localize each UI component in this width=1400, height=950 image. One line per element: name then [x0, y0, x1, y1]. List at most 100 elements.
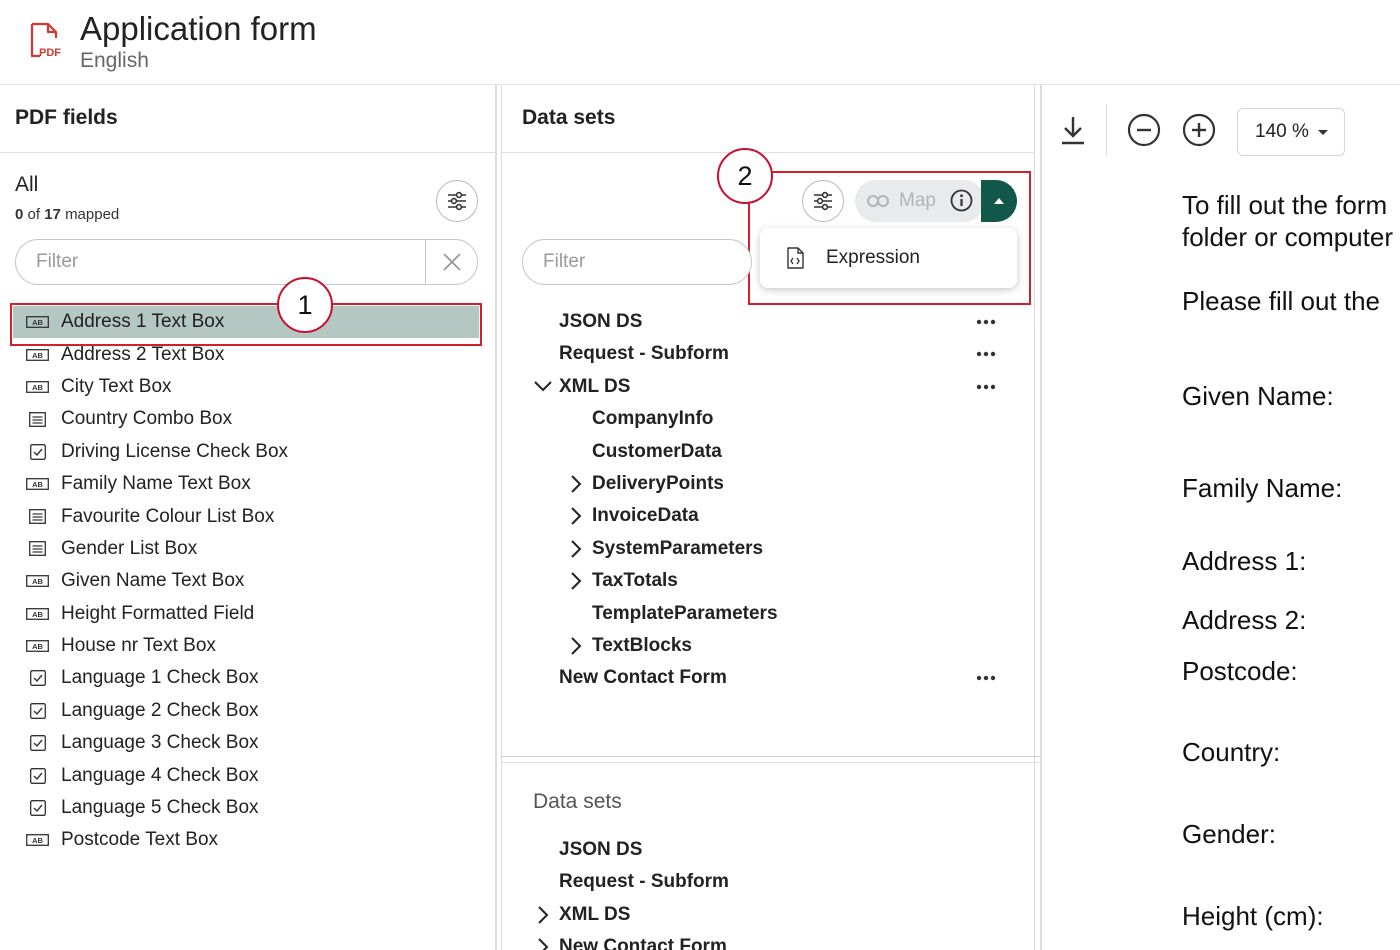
column-divider-left[interactable] — [495, 85, 497, 950]
pdf-field-item[interactable]: Driving License Check Box — [13, 436, 479, 468]
chevron-right-icon[interactable] — [533, 905, 553, 925]
check-box-icon — [26, 735, 49, 752]
filter-input[interactable] — [36, 250, 416, 274]
pdf-file-icon: PDF — [30, 22, 61, 59]
chevron-right-icon[interactable] — [566, 506, 586, 526]
data-sets-title: Data sets — [522, 106, 616, 129]
pdf-preview-text: Given Name: — [1182, 381, 1334, 411]
column-divider-right[interactable] — [1040, 85, 1042, 950]
check-box-icon — [26, 767, 49, 784]
dataset-tree-item[interactable]: Request - Subform — [559, 867, 729, 897]
dataset-settings-button[interactable] — [802, 180, 844, 222]
dataset-tree-item[interactable]: Request - Subform — [559, 339, 729, 369]
map-button-label: Map — [899, 190, 936, 211]
sliders-icon — [448, 191, 466, 211]
svg-text:AB: AB — [32, 642, 43, 651]
check-box-icon — [26, 800, 49, 816]
info-icon[interactable] — [950, 189, 973, 212]
dataset-tree-item[interactable]: JSON DS — [559, 835, 642, 865]
zoom-in-button[interactable] — [1182, 113, 1216, 147]
more-options-icon[interactable] — [974, 377, 998, 397]
pdf-field-label: Family Name Text Box — [61, 473, 251, 495]
pdf-field-item[interactable]: AB Postcode Text Box — [13, 824, 479, 856]
pdf-field-item[interactable]: AB Address 1 Text Box — [13, 306, 479, 339]
page-title: Application form — [80, 10, 317, 47]
link-icon — [867, 195, 889, 207]
zoom-level-select[interactable]: 140 % — [1237, 108, 1345, 156]
callout-badge-1: 1 — [277, 277, 333, 333]
pdf-field-label: City Text Box — [61, 375, 172, 397]
group-label: All — [15, 173, 39, 196]
text-box-icon: AB — [26, 574, 49, 588]
pdf-field-item[interactable]: AB City Text Box — [13, 371, 479, 403]
dataset-tree-item[interactable]: New Contact Form — [559, 932, 727, 950]
list-box-icon — [26, 541, 49, 557]
dataset-tree-item[interactable]: DeliveryPoints — [592, 469, 724, 499]
pdf-field-label: Language 4 Check Box — [61, 764, 259, 786]
dataset-tree-item[interactable]: TextBlocks — [592, 631, 692, 661]
dataset-tree-item[interactable]: InvoiceData — [592, 501, 699, 531]
filter-input[interactable] — [543, 250, 733, 274]
pdf-field-item[interactable]: Gender List Box — [13, 533, 479, 565]
dataset-tree-item[interactable]: XML DS — [559, 900, 630, 930]
chevron-right-icon[interactable] — [566, 636, 586, 656]
mapped-count: 0 of 17 mapped — [15, 206, 120, 223]
svg-text:AB: AB — [32, 610, 43, 619]
pdf-field-label: Language 1 Check Box — [61, 667, 259, 689]
svg-text:AB: AB — [32, 480, 43, 489]
pdf-field-item[interactable]: Language 5 Check Box — [13, 792, 479, 824]
pdf-field-item[interactable]: Language 1 Check Box — [13, 662, 479, 694]
pdf-field-item[interactable]: Language 4 Check Box — [13, 759, 479, 791]
pdf-field-item[interactable]: Country Combo Box — [13, 403, 479, 435]
pdf-preview-text: Family Name: — [1182, 473, 1343, 503]
chevron-right-icon[interactable] — [533, 937, 553, 950]
map-options-dropdown-toggle[interactable] — [981, 180, 1017, 222]
pdf-field-item[interactable]: AB Family Name Text Box — [13, 468, 479, 500]
pdf-preview-text: Please fill out the — [1182, 286, 1381, 316]
pdf-field-label: Height Formatted Field — [61, 602, 255, 624]
more-options-icon[interactable] — [974, 668, 998, 688]
download-button[interactable] — [1058, 114, 1088, 146]
chevron-right-icon[interactable] — [566, 571, 586, 591]
section-divider[interactable] — [502, 756, 1040, 757]
map-button[interactable]: Map — [855, 180, 985, 222]
chevron-right-icon[interactable] — [566, 474, 586, 494]
pdf-preview-text: Height (cm): — [1182, 901, 1324, 931]
chevron-right-icon[interactable] — [566, 539, 586, 559]
download-icon — [1062, 117, 1084, 145]
dataset-tree-item[interactable]: SystemParameters — [592, 534, 763, 564]
check-box-icon — [26, 702, 49, 719]
dataset-filter[interactable] — [522, 239, 752, 285]
dataset-tree-item[interactable]: TemplateParameters — [592, 599, 778, 629]
chevron-down-icon[interactable] — [533, 377, 553, 397]
clear-filter-button[interactable] — [425, 240, 477, 284]
text-box-icon: AB — [26, 315, 49, 329]
dropdown-item-expression[interactable]: Expression — [760, 228, 1017, 288]
dataset-tree-item[interactable]: New Contact Form — [559, 663, 727, 693]
pdf-field-item[interactable]: AB Given Name Text Box — [13, 565, 479, 597]
divider — [502, 762, 1040, 763]
app-header: PDF Application form English — [0, 0, 1400, 85]
dataset-tree-item[interactable]: CustomerData — [592, 437, 722, 467]
pdf-field-item[interactable]: AB Address 2 Text Box — [13, 338, 479, 370]
column-border — [501, 85, 502, 950]
text-box-icon: AB — [26, 380, 49, 394]
zoom-out-button[interactable] — [1127, 113, 1161, 147]
pdf-fields-filter[interactable] — [15, 239, 478, 285]
expression-file-icon — [787, 247, 804, 269]
dataset-tree-item[interactable]: JSON DS — [559, 307, 642, 337]
dataset-tree-item[interactable]: TaxTotals — [592, 566, 678, 596]
pdf-field-item[interactable]: Language 2 Check Box — [13, 695, 479, 727]
pdf-field-item[interactable]: Language 3 Check Box — [13, 727, 479, 759]
pdf-field-label: Language 5 Check Box — [61, 797, 259, 819]
more-options-icon[interactable] — [974, 344, 998, 364]
pdf-field-item[interactable]: AB House nr Text Box — [13, 630, 479, 662]
pdf-field-item[interactable]: Favourite Colour List Box — [13, 500, 479, 532]
dataset-tree-item[interactable]: XML DS — [559, 372, 630, 402]
list-box-icon — [26, 509, 49, 524]
text-box-icon: AB — [26, 833, 49, 847]
dataset-tree-item[interactable]: CompanyInfo — [592, 404, 713, 434]
more-options-icon[interactable] — [974, 312, 998, 332]
filter-settings-button[interactable] — [436, 180, 478, 222]
pdf-field-item[interactable]: AB Height Formatted Field — [13, 598, 479, 630]
